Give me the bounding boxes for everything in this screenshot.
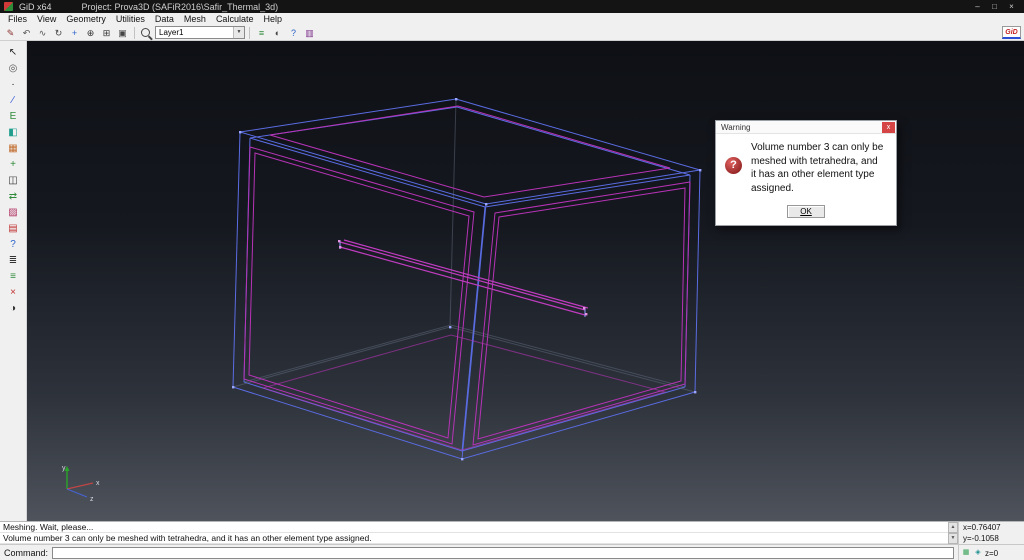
gid-logo-button[interactable]: GiD bbox=[1002, 26, 1021, 39]
line-tool-icon[interactable]: ∕ bbox=[5, 93, 21, 108]
warning-dialog-body: ? Volume number 3 can only be meshed wit… bbox=[716, 134, 896, 198]
main-toolbar: ✎↶∿↻+⊕⊞▣ Layer1 ▼ ≡◐?▥ GiD bbox=[0, 25, 1024, 41]
status-line-2: Volume number 3 can only be meshed with … bbox=[0, 533, 948, 544]
menu-item[interactable]: Help bbox=[258, 13, 287, 25]
toolbar-separator bbox=[134, 27, 135, 39]
command-bar: Command: bbox=[0, 544, 958, 560]
wireframe-model bbox=[27, 41, 1023, 521]
grid-table-icon[interactable]: ▦ bbox=[5, 141, 21, 156]
conditions-icon[interactable]: ▤ bbox=[5, 221, 21, 236]
coordinate-z-row: ▦ ◈ z=0 bbox=[958, 544, 1024, 560]
menu-item[interactable]: Utilities bbox=[111, 13, 150, 25]
layer-select-value: Layer1 bbox=[159, 28, 183, 37]
scroll-up-icon[interactable]: ▲ bbox=[948, 522, 958, 533]
axis-triad: y x z bbox=[53, 463, 103, 507]
chevron-down-icon: ▼ bbox=[233, 27, 244, 38]
menu-item[interactable]: Geometry bbox=[61, 13, 111, 25]
menu-bar: FilesViewGeometryUtilitiesDataMeshCalcul… bbox=[0, 13, 1024, 25]
question-tool-icon[interactable]: ? bbox=[5, 237, 21, 252]
minimize-button[interactable]: – bbox=[969, 0, 986, 13]
materials-icon[interactable]: ▨ bbox=[5, 205, 21, 220]
search-layers-icon[interactable] bbox=[141, 28, 150, 37]
layers-panel-icon[interactable]: ≡ bbox=[5, 269, 21, 284]
render-mode-icon[interactable]: ◑ bbox=[5, 301, 21, 316]
surface-tool-icon[interactable]: ◧ bbox=[5, 125, 21, 140]
titlebar: GiD x64 Project: Prova3D (SAFiR2016\Safi… bbox=[0, 0, 1024, 13]
menu-item[interactable]: View bbox=[32, 13, 61, 25]
main-area: ↖◎·∕E◧▦+◫⇄▨▤?≣≡×◑ bbox=[0, 41, 1024, 521]
warning-message: Volume number 3 can only be meshed with … bbox=[751, 141, 885, 195]
rotate-view-icon[interactable]: ↻ bbox=[51, 26, 66, 40]
axis-label-y: y bbox=[62, 465, 66, 472]
left-toolbar: ↖◎·∕E◧▦+◫⇄▨▤?≣≡×◑ bbox=[0, 41, 27, 521]
menu-item[interactable]: Calculate bbox=[211, 13, 259, 25]
warning-question-icon: ? bbox=[725, 157, 742, 174]
menu-item[interactable]: Data bbox=[150, 13, 179, 25]
delete-tool-icon[interactable]: × bbox=[5, 285, 21, 300]
view-mode-icon[interactable]: ◐ bbox=[270, 26, 285, 40]
zoom-in-icon[interactable]: ⊕ bbox=[83, 26, 98, 40]
coordinate-y: y=-0.1058 bbox=[958, 533, 1024, 544]
project-title: Project: Prova3D (SAFiR2016\Safir_Therma… bbox=[82, 2, 279, 12]
maximize-button[interactable]: □ bbox=[986, 0, 1003, 13]
layer-select[interactable]: Layer1 ▼ bbox=[155, 26, 245, 39]
help-icon[interactable]: ? bbox=[286, 26, 301, 40]
coordinate-x: x=0.76407 bbox=[958, 522, 1024, 533]
command-input[interactable] bbox=[52, 547, 954, 559]
app-icon bbox=[4, 2, 13, 11]
volume-tool-icon[interactable]: ◫ bbox=[5, 173, 21, 188]
toolbar-group-right: ≡◐?▥ bbox=[254, 26, 317, 40]
coordinate-z: z=0 bbox=[985, 549, 998, 558]
menu-item[interactable]: Mesh bbox=[179, 13, 211, 25]
toggle-panel-icon[interactable]: ▥ bbox=[302, 26, 317, 40]
add-point-icon[interactable]: + bbox=[5, 157, 21, 172]
warning-dialog-titlebar[interactable]: Warning x bbox=[716, 121, 896, 134]
command-label: Command: bbox=[4, 548, 48, 558]
dialog-close-icon[interactable]: x bbox=[882, 122, 895, 133]
new-project-icon[interactable]: ✎ bbox=[3, 26, 18, 40]
snapshot-icon[interactable]: ▣ bbox=[115, 26, 130, 40]
status-grid-icon[interactable]: ▦ bbox=[961, 548, 971, 558]
viewport-3d[interactable]: y x z Warning x ? Volume number 3 can on… bbox=[27, 41, 1024, 521]
ok-button[interactable]: OK bbox=[787, 205, 825, 218]
toolbar-separator bbox=[249, 27, 250, 39]
warning-dialog-title: Warning bbox=[721, 123, 751, 132]
axis-label-x: x bbox=[96, 480, 100, 487]
menu-item[interactable]: Files bbox=[3, 13, 32, 25]
point-tool-icon[interactable]: · bbox=[5, 77, 21, 92]
elements-tool-icon[interactable]: E bbox=[5, 109, 21, 124]
close-button[interactable]: × bbox=[1003, 0, 1020, 13]
axis-label-z: z bbox=[90, 496, 94, 503]
curves-icon[interactable]: ∿ bbox=[35, 26, 50, 40]
window-controls: – □ × bbox=[969, 0, 1020, 13]
status-area: Meshing. Wait, please... ▲ x=0.76407 Vol… bbox=[0, 521, 1024, 560]
status-line-1: Meshing. Wait, please... bbox=[0, 522, 948, 533]
toolbar-group-left: ✎↶∿↻+⊕⊞▣ bbox=[3, 26, 130, 40]
warning-dialog: Warning x ? Volume number 3 can only be … bbox=[715, 120, 897, 226]
warning-dialog-footer: OK bbox=[716, 198, 896, 225]
scroll-down-icon[interactable]: ▼ bbox=[948, 533, 958, 544]
zoom-tool-icon[interactable]: ◎ bbox=[5, 61, 21, 76]
move-tool-icon[interactable]: ⇄ bbox=[5, 189, 21, 204]
status-axes-icon[interactable]: ◈ bbox=[973, 548, 983, 558]
layers-icon[interactable]: ≡ bbox=[254, 26, 269, 40]
pan-icon[interactable]: + bbox=[67, 26, 82, 40]
select-arrow-icon[interactable]: ↖ bbox=[5, 45, 21, 60]
list-tool-icon[interactable]: ≣ bbox=[5, 253, 21, 268]
app-title: GiD x64 bbox=[19, 2, 52, 12]
zoom-frame-icon[interactable]: ⊞ bbox=[99, 26, 114, 40]
undo-icon[interactable]: ↶ bbox=[19, 26, 34, 40]
